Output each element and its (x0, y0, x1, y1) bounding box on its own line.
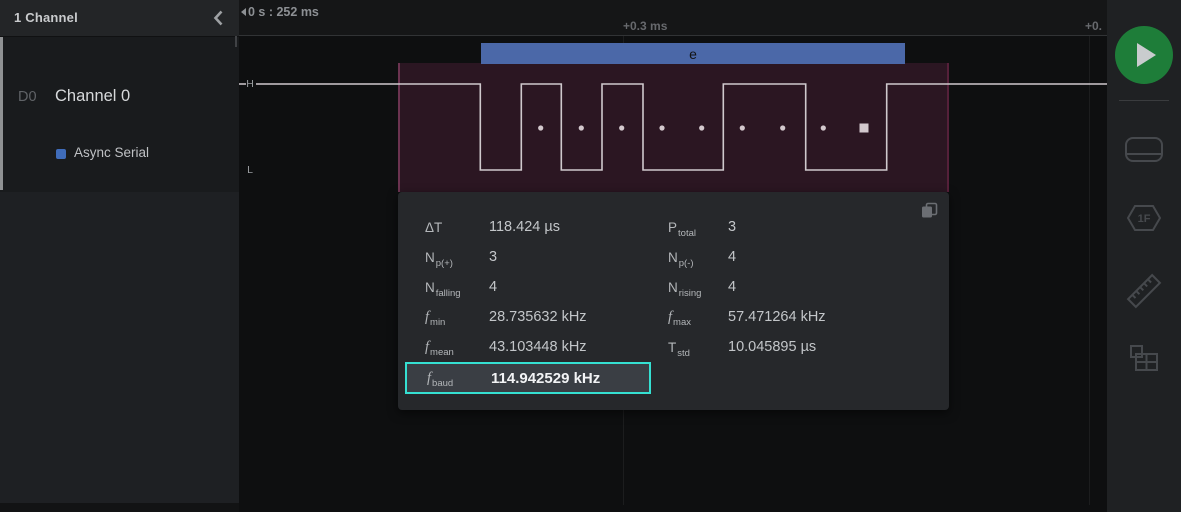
sidebar-bottom-strip (0, 503, 239, 512)
play-icon (1137, 43, 1156, 67)
measurement-row: fmean 43.103448 kHz (425, 332, 587, 362)
measurement-column-left: ΔT 118.424 µs Np(+) 3 Nfalling 4 fmin 28… (425, 212, 587, 362)
copy-measurements-button[interactable] (921, 202, 938, 219)
device-settings-button[interactable] (1125, 137, 1163, 163)
measure-label: N (425, 249, 435, 265)
measure-sub: rising (678, 287, 702, 299)
measure-label: N (668, 249, 678, 265)
measurement-row: Nfalling 4 (425, 272, 587, 302)
capture-device-icon (1125, 137, 1163, 162)
decoded-byte-bubble[interactable]: e (481, 43, 905, 64)
measurement-column-right: Ptotal 3 Np(-) 4 Nrising 4 fmax 57.47126… (668, 212, 826, 362)
measure-sub: p(-) (678, 257, 694, 269)
measurement-row: Tstd 10.045895 µs (668, 332, 826, 362)
sidebar-scroll-indicator[interactable] (0, 37, 3, 190)
right-toolbar: 1F (1107, 0, 1181, 512)
measure-value: 28.735632 kHz (489, 309, 587, 325)
sidebar-header: 1 Channel (0, 0, 239, 37)
logic-analyzer-app: D0 Channel 0 Async Serial 1 Channel H L … (0, 0, 1181, 512)
measurement-row: Ptotal 3 (668, 212, 826, 242)
baud-rate-value: 114.942529 kHz (491, 369, 601, 387)
measure-label: N (425, 279, 435, 295)
stop-bit-marker (859, 123, 869, 133)
timeline-absolute-label: 0 s : 252 ms (248, 5, 319, 19)
measurement-row: fmin 28.735632 kHz (425, 302, 587, 332)
toolbar-divider (1119, 100, 1169, 101)
measure-sub: min (430, 316, 446, 328)
measure-sub: total (678, 227, 696, 239)
measure-label: N (668, 279, 678, 295)
timeline-absolute-time: 0 s : 252 ms (241, 5, 319, 19)
bit-sample-dots (538, 123, 869, 133)
measure-value: 4 (728, 249, 737, 265)
measure-label: ΔT (425, 219, 443, 235)
measure-label: T (668, 339, 677, 355)
channel-name-label[interactable]: Channel 0 (55, 87, 130, 106)
measure-label: f (427, 369, 432, 386)
measure-value: 3 (728, 219, 737, 235)
measurement-panel: ΔT 118.424 µs Np(+) 3 Nfalling 4 fmin 28… (398, 192, 949, 410)
timeline-marker-icon (241, 8, 246, 16)
timeline-origin-tick (235, 36, 237, 47)
measure-label: f (668, 308, 673, 325)
hex-icon-label: 1F (1138, 213, 1151, 225)
timeline-ruler[interactable]: 0 s : 252 ms +0.3 ms +0. (239, 0, 1107, 36)
hex-analyzer-icon: 1F (1127, 205, 1161, 231)
extensions-button[interactable] (1130, 345, 1158, 373)
measure-sub: p(+) (435, 257, 453, 269)
measure-sub: std (677, 347, 690, 359)
measure-label: f (425, 308, 430, 325)
start-capture-button[interactable] (1115, 26, 1173, 84)
channel-id-label: D0 (18, 89, 37, 105)
measurement-row: Np(-) 4 (668, 242, 826, 272)
collapse-sidebar-button[interactable] (208, 7, 230, 29)
channel-count-label: 1 Channel (14, 10, 78, 25)
chevron-left-icon (213, 10, 223, 26)
logic-low-label: L (247, 164, 253, 176)
measure-sub: falling (435, 287, 461, 299)
waveform-viewport[interactable]: H L e 0 s : 252 ms +0.3 ms +0. ΔT 118.42… (239, 0, 1107, 512)
analyzers-button[interactable]: 1F (1127, 204, 1161, 232)
baud-rate-highlight-row[interactable]: fbaud 114.942529 kHz (405, 362, 651, 394)
measure-value: 4 (489, 279, 498, 295)
measure-sub: mean (430, 346, 454, 358)
sidebar-lower-area (0, 192, 239, 503)
timeline-offset-label: +0. (1085, 19, 1103, 33)
analyzer-color-swatch (56, 149, 66, 159)
measure-sub: baud (432, 377, 454, 389)
measure-value: 10.045895 µs (728, 339, 817, 355)
measurement-row: Np(+) 3 (425, 242, 587, 272)
ruler-icon (1126, 273, 1162, 309)
measure-value: 3 (489, 249, 498, 265)
measurements-button[interactable] (1126, 273, 1162, 309)
waveform-trace (239, 83, 1107, 171)
measure-label: f (425, 338, 430, 355)
measure-value: 118.424 µs (489, 219, 560, 235)
measure-label: P (668, 219, 678, 235)
measure-value: 43.103448 kHz (489, 339, 587, 355)
measure-value: 57.471264 kHz (728, 309, 826, 325)
measurement-row: fmax 57.471264 kHz (668, 302, 826, 332)
measure-value: 4 (728, 279, 737, 295)
channel-sidebar: D0 Channel 0 Async Serial 1 Channel (0, 0, 239, 512)
analyzer-label[interactable]: Async Serial (74, 145, 149, 160)
copy-icon (922, 202, 938, 218)
measurement-row: ΔT 118.424 µs (425, 212, 587, 242)
decoded-byte-label: e (689, 45, 697, 62)
measurement-row: Nrising 4 (668, 272, 826, 302)
channel-list: D0 Channel 0 Async Serial (0, 37, 239, 192)
timeline-offset-label: +0.3 ms (623, 19, 668, 33)
logic-high-label: H (246, 78, 254, 90)
measure-sub: max (673, 316, 691, 328)
extensions-blocks-icon (1130, 345, 1158, 371)
